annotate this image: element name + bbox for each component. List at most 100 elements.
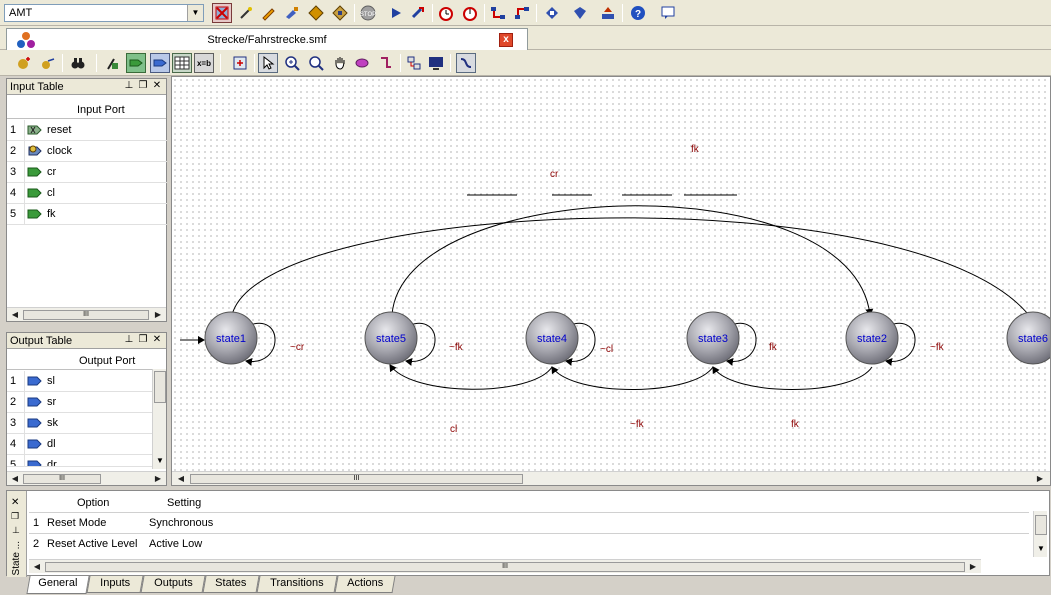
- add-state-icon[interactable]: [14, 53, 34, 73]
- help-icon[interactable]: ?: [628, 3, 648, 23]
- scroll-left-icon[interactable]: ◀: [9, 473, 21, 485]
- network-icon[interactable]: [488, 3, 508, 23]
- table-row[interactable]: 4 cl: [7, 183, 167, 204]
- table-row[interactable]: 3 cr: [7, 162, 167, 183]
- output-table-vscroll[interactable]: ▼: [152, 369, 166, 469]
- table-row[interactable]: 1 reset: [7, 120, 167, 141]
- export-icon[interactable]: [230, 53, 250, 73]
- tab-actions[interactable]: Actions: [334, 576, 396, 593]
- stop-icon[interactable]: STOP: [358, 3, 378, 23]
- play-icon[interactable]: [386, 3, 406, 23]
- tab-general[interactable]: General: [26, 576, 90, 594]
- scroll-thumb[interactable]: III: [45, 562, 965, 572]
- add-transition-icon[interactable]: [38, 53, 58, 73]
- scroll-thumb[interactable]: III: [190, 474, 523, 484]
- scroll-right-icon[interactable]: ▶: [1034, 473, 1046, 485]
- transition-state2-state3[interactable]: [712, 366, 873, 390]
- state-node[interactable]: state1: [204, 311, 258, 365]
- option-setting[interactable]: Active Low: [149, 538, 202, 550]
- input-port-icon[interactable]: [126, 53, 146, 73]
- scroll-down-icon[interactable]: ▼: [1035, 543, 1047, 555]
- ellipse-icon[interactable]: [352, 53, 372, 73]
- tab-outputs[interactable]: Outputs: [140, 576, 206, 593]
- monitor-icon[interactable]: [426, 53, 446, 73]
- table-row[interactable]: 2 sr: [7, 392, 152, 413]
- scroll-right-icon[interactable]: ▶: [967, 561, 979, 573]
- state-node[interactable]: state2: [845, 311, 899, 365]
- diamond-icon[interactable]: [306, 3, 326, 23]
- project-select[interactable]: AMT ▼: [4, 4, 204, 22]
- tab-inputs[interactable]: Inputs: [86, 576, 144, 593]
- zoom-in-icon[interactable]: [282, 53, 302, 73]
- comment-icon[interactable]: [658, 3, 678, 23]
- scroll-thumb[interactable]: III: [23, 474, 101, 484]
- binoculars-icon[interactable]: [68, 53, 88, 73]
- scroll-down-icon[interactable]: ▼: [154, 455, 166, 467]
- pen-icon[interactable]: [282, 3, 302, 23]
- upload-icon[interactable]: [598, 3, 618, 23]
- table-row[interactable]: 5 fk: [7, 204, 167, 225]
- table-row[interactable]: 1 sl: [7, 371, 152, 392]
- table-icon[interactable]: [172, 53, 192, 73]
- input-table-hscroll[interactable]: ◀ III ▶: [7, 307, 166, 321]
- scroll-right-icon[interactable]: ▶: [152, 473, 164, 485]
- layout-icon[interactable]: [404, 53, 424, 73]
- diamond-alt-icon[interactable]: [330, 3, 350, 23]
- state-node[interactable]: state4: [525, 311, 579, 365]
- restore-icon[interactable]: ❐: [11, 511, 19, 522]
- panel-close-icon[interactable]: ✕: [151, 334, 163, 346]
- restore-icon[interactable]: ❐: [137, 334, 149, 346]
- panel-close-icon[interactable]: ✕: [11, 497, 19, 508]
- hand-icon[interactable]: [330, 53, 350, 73]
- wand-icon[interactable]: [236, 3, 256, 23]
- component-icon[interactable]: [212, 3, 232, 23]
- table-row[interactable]: 5 dr: [7, 455, 152, 467]
- tab-states[interactable]: States: [202, 576, 260, 593]
- options-vscroll[interactable]: ▼: [1033, 511, 1047, 557]
- pointer-icon[interactable]: [258, 53, 278, 73]
- state-node[interactable]: state5: [364, 311, 418, 365]
- table-row[interactable]: 1 Reset Mode Synchronous: [29, 512, 1029, 533]
- state-node[interactable]: state3: [686, 311, 740, 365]
- output-port-icon[interactable]: [150, 53, 170, 73]
- diagram-grid[interactable]: state1 state5 state4 state3 state2 state…: [172, 77, 1050, 471]
- output-table-hscroll[interactable]: ◀ III ▶: [7, 471, 166, 485]
- diagram-icon[interactable]: [542, 3, 562, 23]
- transition-state5-state2[interactable]: [391, 205, 874, 316]
- globe-icon[interactable]: [570, 3, 590, 23]
- table-row[interactable]: 4 dl: [7, 434, 152, 455]
- scroll-left-icon[interactable]: ◀: [31, 561, 43, 573]
- state-node[interactable]: state6: [1006, 311, 1050, 365]
- scroll-left-icon[interactable]: ◀: [175, 473, 187, 485]
- panel-close-icon[interactable]: ✕: [151, 80, 163, 92]
- zoom-out-icon[interactable]: [306, 53, 326, 73]
- wizard-icon[interactable]: [102, 53, 122, 73]
- pencil-icon[interactable]: [258, 3, 278, 23]
- chevron-down-icon[interactable]: ▼: [187, 5, 203, 21]
- network-alt-icon[interactable]: [512, 3, 532, 23]
- table-row[interactable]: 3 sk: [7, 413, 152, 434]
- state-diagram-canvas[interactable]: state1 state5 state4 state3 state2 state…: [171, 76, 1051, 486]
- pin-icon[interactable]: ⊥: [123, 334, 135, 346]
- close-icon[interactable]: x: [499, 33, 513, 47]
- state-diagram[interactable]: state1 state5 state4 state3 state2 state…: [172, 77, 1050, 471]
- option-setting[interactable]: Synchronous: [149, 517, 213, 529]
- canvas-hscroll[interactable]: ◀ III ▶: [172, 471, 1050, 485]
- document-tab[interactable]: Strecke/Fahrstrecke.smf x: [6, 28, 528, 50]
- restore-icon[interactable]: ❐: [137, 80, 149, 92]
- pin-icon[interactable]: ⊥: [12, 525, 20, 536]
- transition-state4-state5[interactable]: [389, 364, 553, 390]
- scroll-thumb[interactable]: III: [23, 310, 149, 320]
- table-row[interactable]: 2 clock: [7, 141, 167, 162]
- clock-alt-icon[interactable]: [460, 3, 480, 23]
- options-hscroll[interactable]: ◀ III ▶: [29, 559, 981, 573]
- tab-transitions[interactable]: Transitions: [256, 576, 338, 593]
- step-icon[interactable]: [408, 3, 428, 23]
- connector-icon[interactable]: [376, 53, 396, 73]
- curve-icon[interactable]: [456, 53, 476, 73]
- scroll-left-icon[interactable]: ◀: [9, 309, 21, 321]
- expression-button[interactable]: x=b: [194, 53, 214, 73]
- table-row[interactable]: 2 Reset Active Level Active Low: [29, 533, 1029, 554]
- scroll-right-icon[interactable]: ▶: [152, 309, 164, 321]
- transition-state1-state6[interactable]: [231, 217, 1035, 323]
